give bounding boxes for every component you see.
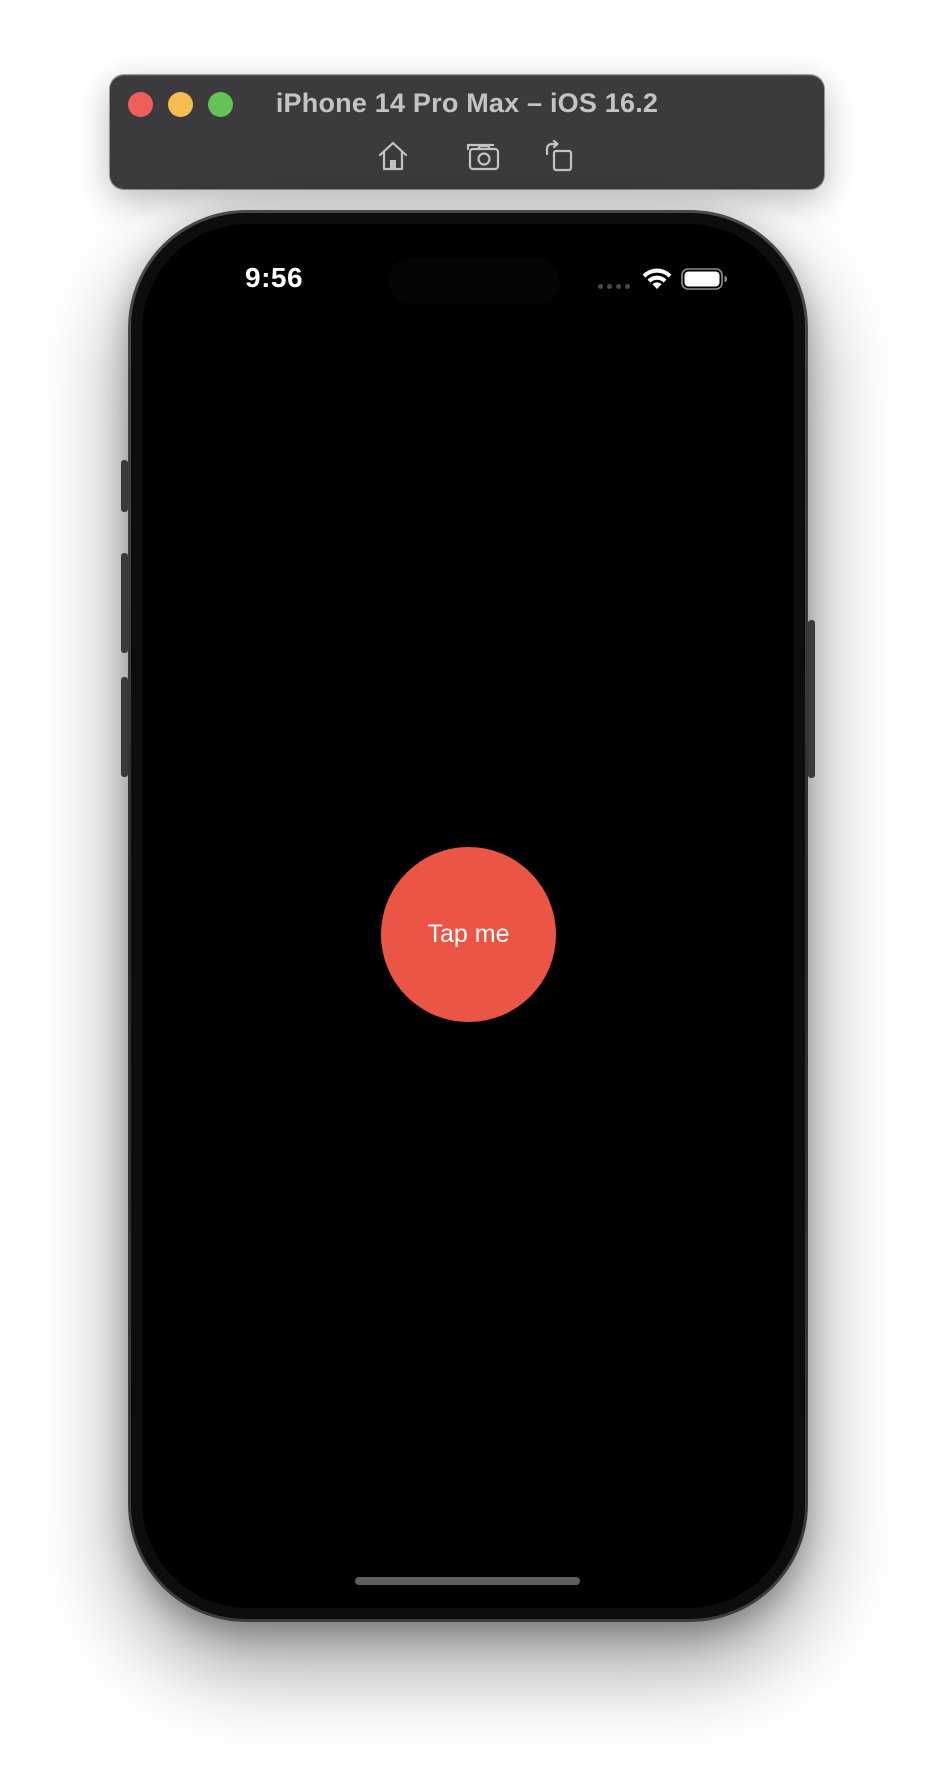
- home-button[interactable]: [373, 136, 413, 176]
- status-time: 9:56: [245, 262, 304, 293]
- tap-me-button[interactable]: Tap me: [381, 847, 556, 1022]
- simulator-title: iPhone 14 Pro Max – iOS 16.2: [275, 88, 659, 118]
- screenshot-button[interactable]: [462, 136, 502, 176]
- screenshot-icon: [466, 143, 500, 171]
- battery-icon: [681, 268, 727, 290]
- volume-up-button[interactable]: [121, 553, 128, 653]
- wifi-icon: [642, 268, 672, 289]
- rotate-icon: [545, 139, 573, 172]
- simulator-stage: iPhone 14 Pro Max – iOS 16.2 9:56 Tap me: [0, 0, 936, 1774]
- dynamic-island: [388, 258, 560, 304]
- simulator-toolbar: iPhone 14 Pro Max – iOS 16.2: [110, 75, 824, 189]
- rotate-button[interactable]: [539, 136, 579, 176]
- home-indicator[interactable]: [355, 1577, 580, 1585]
- volume-down-button[interactable]: [121, 677, 128, 777]
- power-button[interactable]: [808, 620, 815, 778]
- cellular-signal-icon: [598, 284, 630, 289]
- mute-switch[interactable]: [121, 460, 128, 512]
- home-icon: [378, 141, 408, 171]
